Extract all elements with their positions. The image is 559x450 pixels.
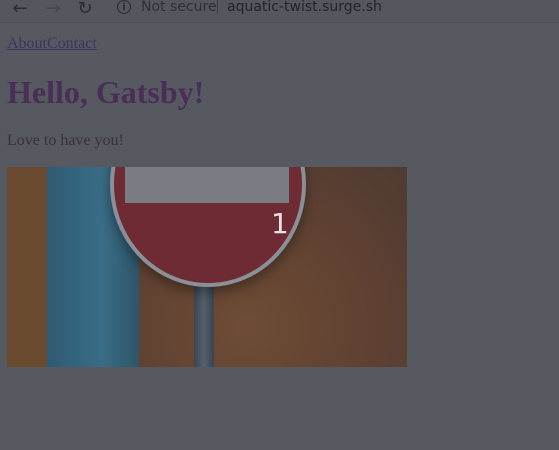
page-title: Hello, Gatsby! [7,74,205,110]
sign-bar [125,167,289,203]
arrow-right-icon[interactable]: → [42,0,64,19]
page-subtitle: Love to have you! [7,132,124,149]
nav-link-contact[interactable]: Contact [47,35,97,52]
browser-toolbar: ← → ↻ i Not secure aquatic-twist.surge.s… [0,0,559,23]
nav-link-about[interactable]: About [7,35,47,52]
reload-icon[interactable]: ↻ [74,0,96,19]
page-content: AboutContact Hello, Gatsby! Love to have… [0,23,559,450]
security-status[interactable]: Not secure [141,0,217,15]
site-nav: AboutContact [7,35,97,53]
hero-image: 1 [7,167,407,367]
info-icon[interactable]: i [117,0,131,14]
hero-left-strip [7,167,47,367]
address-divider [217,0,218,14]
address-bar-url[interactable]: aquatic-twist.surge.sh [227,0,382,15]
hero-number: 1 [271,207,289,240]
arrow-left-icon[interactable]: ← [9,0,31,19]
sign-pole [194,285,214,367]
